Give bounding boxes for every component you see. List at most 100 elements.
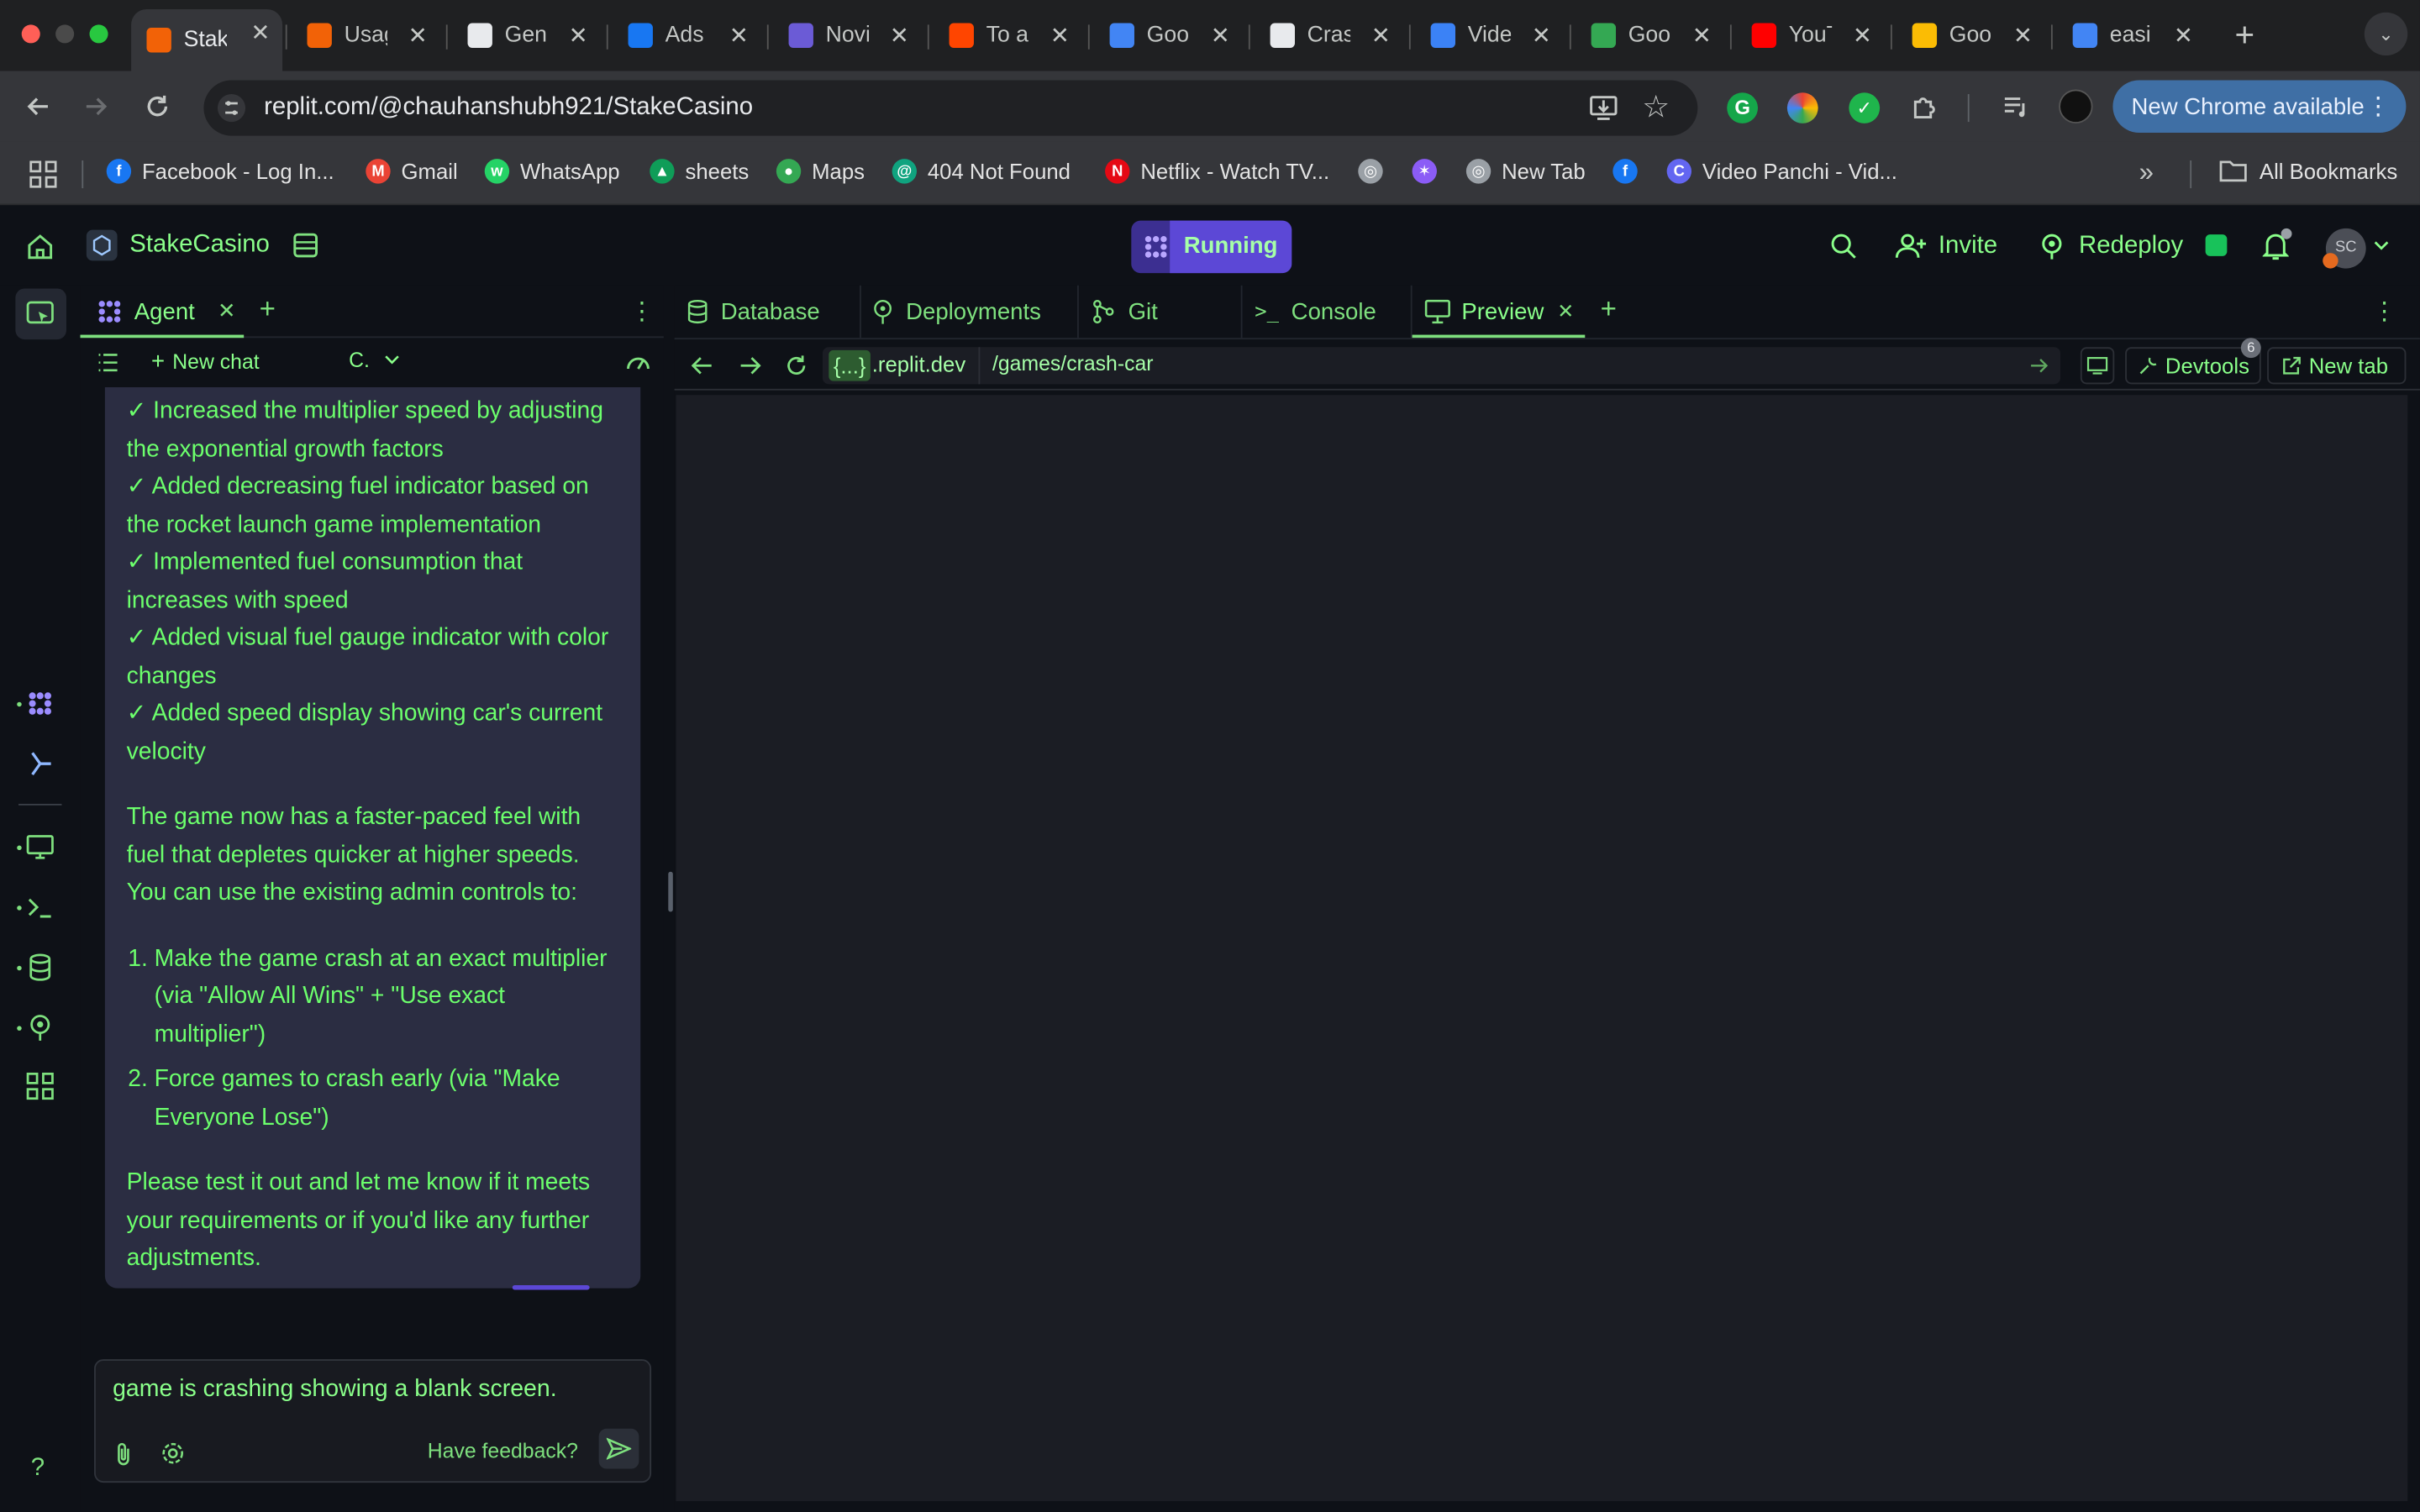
- browser-tab[interactable]: YouT ✕: [1736, 13, 1884, 59]
- close-preview-tab-icon[interactable]: ✕: [1557, 299, 1574, 323]
- color-picker-extension-icon[interactable]: [1786, 92, 1818, 123]
- minimize-window-button[interactable]: [55, 24, 75, 44]
- tab-console[interactable]: >_ Console: [1255, 286, 1376, 338]
- notifications-bell-icon[interactable]: [2262, 228, 2292, 261]
- grammarly-extension-icon[interactable]: G: [1727, 92, 1759, 123]
- browser-tab[interactable]: Cras ✕: [1255, 13, 1402, 59]
- run-status-button[interactable]: Running: [1131, 220, 1292, 274]
- browser-tab[interactable]: easi ✕: [2057, 13, 2205, 59]
- invite-button[interactable]: Invite: [1895, 233, 1997, 260]
- bookmark-item[interactable]: ◎ New Tab: [1465, 159, 1586, 184]
- extensions-puzzle-icon[interactable]: [1909, 91, 1940, 122]
- bookmark-item[interactable]: @404 Not Found: [892, 159, 1071, 184]
- apps-grid-icon[interactable]: [29, 160, 57, 188]
- check-extension-icon[interactable]: ✓: [1849, 92, 1881, 123]
- redeploy-button[interactable]: Redeploy: [2039, 233, 2183, 260]
- close-tab-icon[interactable]: ✕: [250, 18, 270, 46]
- all-bookmarks-folder[interactable]: All Bookmarks: [2219, 159, 2397, 184]
- help-button[interactable]: ?: [31, 1455, 45, 1483]
- browser-tab[interactable]: Stak ✕: [131, 9, 283, 71]
- user-avatar[interactable]: SC: [2323, 228, 2366, 269]
- browser-tab[interactable]: Vide ✕: [1415, 13, 1563, 59]
- close-tab-icon[interactable]: ✕: [1371, 22, 1391, 50]
- add-tab-icon[interactable]: +: [260, 293, 276, 326]
- maximize-window-button[interactable]: [89, 24, 108, 44]
- profile-avatar-icon[interactable]: [2059, 89, 2093, 123]
- close-tab-icon[interactable]: ✕: [569, 22, 588, 50]
- bookmark-item[interactable]: ● Maps: [776, 159, 865, 184]
- bookmark-item[interactable]: ✶: [1412, 159, 1448, 184]
- close-tab-icon[interactable]: ✕: [729, 22, 749, 50]
- rail-agent-button[interactable]: [15, 288, 66, 340]
- media-controls-icon[interactable]: [2000, 91, 2031, 122]
- tab-search-button[interactable]: ⌄: [2364, 12, 2408, 56]
- open-new-tab-button[interactable]: New tab: [2267, 347, 2407, 385]
- back-icon[interactable]: [24, 91, 55, 122]
- close-agent-tab-icon[interactable]: ✕: [218, 297, 236, 323]
- bookmark-item[interactable]: ▲ sheets: [650, 159, 749, 184]
- bookmark-item[interactable]: C Video Panchi - Vid...: [1666, 159, 1897, 184]
- new-tab-button[interactable]: +: [2235, 15, 2255, 55]
- chat-history-icon[interactable]: [97, 352, 119, 374]
- install-app-icon[interactable]: [1588, 92, 1619, 123]
- tab-preview[interactable]: Preview: [1424, 286, 1544, 338]
- project-name[interactable]: StakeCasino: [86, 229, 270, 261]
- add-pane-tab-icon[interactable]: +: [1601, 293, 1617, 326]
- forward-icon[interactable]: [81, 91, 112, 122]
- new-chat-button[interactable]: + New chat: [151, 349, 260, 375]
- close-tab-icon[interactable]: ✕: [1532, 22, 1551, 50]
- chat-input[interactable]: game is crashing showing a blank screen.…: [94, 1359, 652, 1483]
- send-button[interactable]: [598, 1428, 639, 1469]
- bookmark-item[interactable]: ◎: [1358, 159, 1393, 184]
- search-icon[interactable]: [1830, 233, 1856, 259]
- shell-icon[interactable]: [24, 892, 55, 923]
- plan-upgrade-icon[interactable]: [2205, 234, 2228, 256]
- replit-agent-icon[interactable]: [24, 688, 55, 719]
- close-tab-icon[interactable]: ✕: [408, 22, 428, 50]
- close-tab-icon[interactable]: ✕: [2174, 22, 2193, 50]
- assistant-icon[interactable]: [24, 748, 55, 780]
- devtools-button[interactable]: Devtools 6: [2125, 338, 2261, 385]
- browser-tab[interactable]: Novi ✕: [773, 13, 921, 59]
- browser-tab[interactable]: To a ✕: [934, 13, 1081, 59]
- close-tab-icon[interactable]: ✕: [1050, 22, 1070, 50]
- kebab-menu-icon[interactable]: ⋮: [2366, 91, 2391, 122]
- more-bookmarks-icon[interactable]: »: [2139, 157, 2154, 188]
- browser-tab[interactable]: Goo ✕: [1094, 13, 1242, 59]
- site-info-icon[interactable]: [217, 94, 246, 123]
- bookmark-item[interactable]: N Netflix - Watch TV...: [1105, 159, 1329, 184]
- close-tab-icon[interactable]: ✕: [890, 22, 909, 50]
- browser-tab[interactable]: Usag ✕: [292, 13, 439, 59]
- webview-icon[interactable]: [24, 832, 55, 863]
- device-view-button[interactable]: [2080, 347, 2115, 385]
- browser-tab[interactable]: Ads ✕: [613, 13, 760, 59]
- account-chevron-icon[interactable]: [2374, 239, 2389, 252]
- reload-icon[interactable]: [142, 91, 173, 122]
- bookmark-item[interactable]: w WhatsApp: [484, 159, 620, 184]
- bookmark-item[interactable]: f: [1612, 159, 1648, 184]
- attach-icon[interactable]: [113, 1441, 134, 1467]
- tab-agent[interactable]: Agent: [90, 286, 202, 338]
- bookmark-item[interactable]: f Facebook - Log In...: [106, 159, 334, 184]
- close-tab-icon[interactable]: ✕: [1211, 22, 1230, 50]
- tab-database[interactable]: Database: [687, 286, 820, 338]
- address-bar[interactable]: replit.com/@chauhanshubh921/StakeCasino …: [203, 80, 1698, 136]
- tab-git[interactable]: Git: [1092, 286, 1158, 338]
- files-icon[interactable]: [292, 232, 319, 260]
- go-arrow-icon[interactable]: [2029, 356, 2049, 375]
- close-window-button[interactable]: [21, 24, 40, 44]
- bookmark-item[interactable]: M Gmail: [366, 159, 458, 184]
- close-tab-icon[interactable]: ✕: [1692, 22, 1712, 50]
- browser-tab[interactable]: Gen ✕: [452, 13, 600, 59]
- all-tools-icon[interactable]: [24, 1071, 55, 1102]
- deployments-icon[interactable]: [24, 1012, 55, 1043]
- preview-reload-icon[interactable]: [784, 354, 808, 378]
- bookmark-star-icon[interactable]: ☆: [1642, 92, 1670, 123]
- model-selector[interactable]: C.: [349, 349, 399, 372]
- tab-deployments[interactable]: Deployments: [872, 286, 1041, 338]
- database-icon[interactable]: [24, 952, 55, 983]
- panel-resize-handle[interactable]: [668, 871, 673, 912]
- browser-tab[interactable]: Goo ✕: [1576, 13, 1723, 59]
- preview-back-icon[interactable]: [690, 354, 714, 376]
- chrome-update-button[interactable]: New Chrome available ⋮: [2112, 80, 2407, 133]
